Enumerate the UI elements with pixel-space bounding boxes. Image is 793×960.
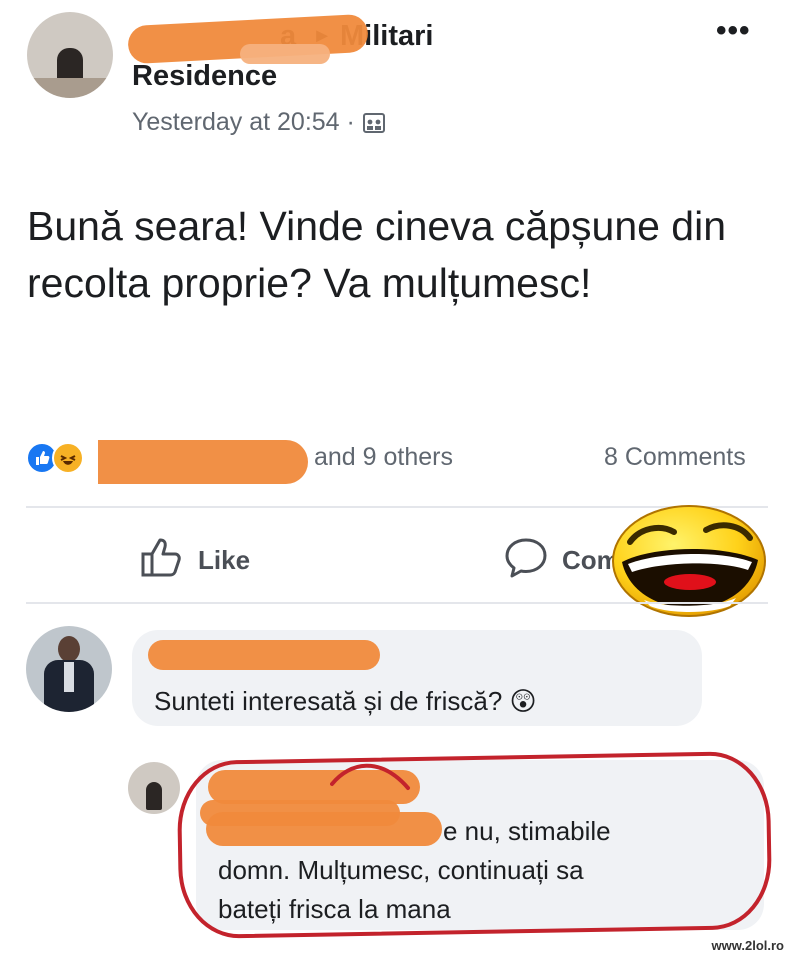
laughing-emoji-icon [610,504,768,618]
comment-bubble-icon [504,536,548,585]
more-options-icon[interactable]: ••• [716,14,751,48]
author-avatar[interactable] [27,12,113,98]
highlight-circle [176,750,773,940]
watermark: www.2lol.ro [708,937,787,954]
reply-author-avatar[interactable] [128,762,180,814]
avatar-head [58,636,80,662]
like-button[interactable]: Like [140,536,250,585]
redaction-scribble [148,640,380,670]
comments-count[interactable]: 8 Comments [604,443,746,472]
comment-message: Sunteti interesată și de friscă? [154,686,503,716]
comment-button[interactable]: Com [504,536,620,585]
group-icon [362,112,385,134]
highlight-circle-tail [330,763,410,790]
like-label: Like [198,545,251,575]
avatar-floor [27,78,113,98]
reactions-summary[interactable] [26,442,84,474]
reactions-others[interactable]: and 9 others [314,443,453,472]
post-time[interactable]: Yesterday at 20:54 · [132,108,355,137]
comment-text: Sunteti interesată și de friscă? 😲 [154,686,537,717]
avatar-figure [146,782,162,810]
astonished-emoji-icon: 😲 [509,686,537,716]
post-text: Bună seara! Vinde cineva căpșune din rec… [27,203,727,306]
post-meta: Yesterday at 20:54 · [132,108,385,137]
commenter-avatar[interactable] [26,626,112,712]
redaction-scribble [240,44,330,64]
divider [26,602,768,604]
avatar-shirt [64,662,74,692]
haha-icon [52,442,84,474]
redaction-scribble [98,440,308,484]
thumbs-up-icon [140,536,184,585]
